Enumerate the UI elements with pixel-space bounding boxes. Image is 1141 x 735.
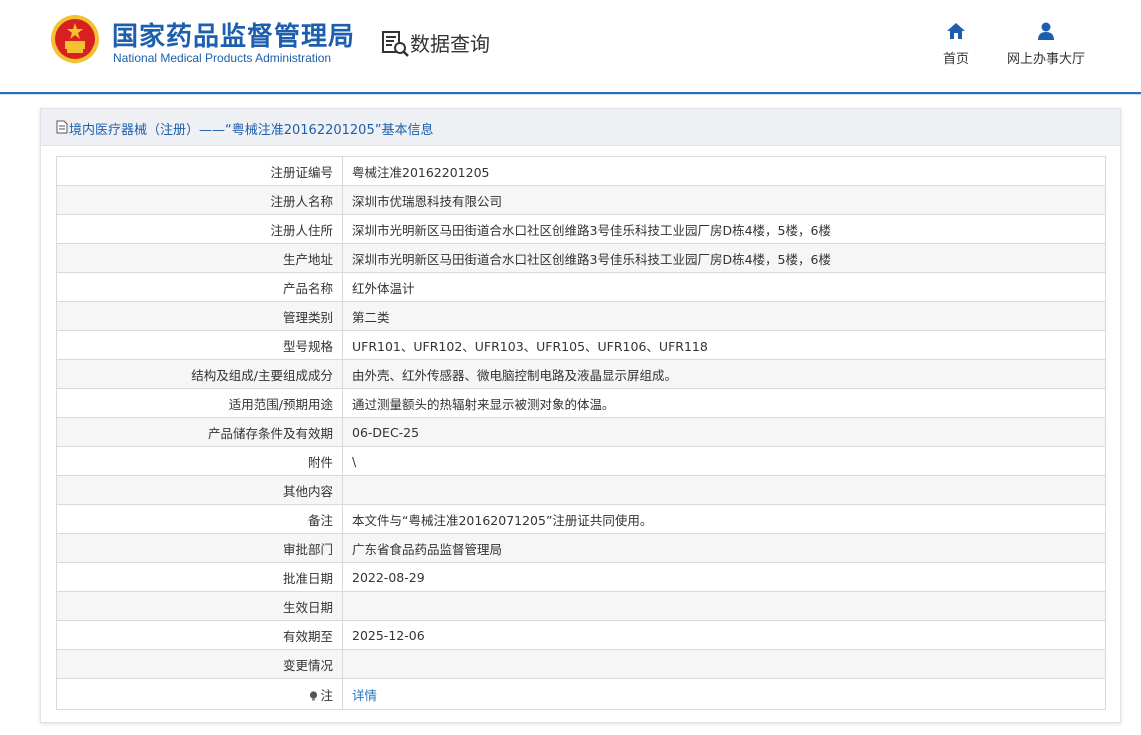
field-label: 其他内容 bbox=[56, 475, 343, 505]
field-value: 广东省食品药品监督管理局 bbox=[342, 533, 1106, 563]
national-emblem-icon bbox=[51, 15, 99, 64]
field-value: 第二类 bbox=[342, 301, 1106, 331]
field-label: 产品名称 bbox=[56, 272, 343, 302]
table-row: 生产地址 深圳市光明新区马田街道合水口社区创维路3号佳乐科技工业园厂房D栋4楼，5… bbox=[56, 243, 1106, 273]
note-label-cell: 注 bbox=[56, 678, 343, 710]
data-query-icon bbox=[382, 31, 409, 57]
field-value bbox=[342, 591, 1106, 621]
table-row: 管理类别 第二类 bbox=[56, 301, 1106, 331]
field-label: 注册证编号 bbox=[56, 156, 343, 186]
field-label: 批准日期 bbox=[56, 562, 343, 592]
field-value: 深圳市光明新区马田街道合水口社区创维路3号佳乐科技工业园厂房D栋4楼，5楼，6楼 bbox=[342, 243, 1106, 273]
table-row: 注册人名称 深圳市优瑞恩科技有限公司 bbox=[56, 185, 1106, 215]
header-divider-light bbox=[0, 94, 1141, 95]
nav-home-label: 首页 bbox=[942, 52, 969, 67]
site-title-en: National Medical Products Administration bbox=[113, 51, 332, 65]
device-info-table: 注册证编号 粤械注准20162201205 注册人名称 深圳市优瑞恩科技有限公司 注册人… bbox=[56, 156, 1106, 710]
field-value: 06-DEC-25 bbox=[342, 417, 1106, 447]
field-value bbox=[342, 475, 1106, 505]
field-value: 本文件与“粤械注准20162071205”注册证共同使用。 bbox=[342, 504, 1106, 534]
table-row: 审批部门 广东省食品药品监督管理局 bbox=[56, 533, 1106, 563]
field-label: 管理类别 bbox=[56, 301, 343, 331]
field-label: 生产地址 bbox=[56, 243, 343, 273]
field-label: 审批部门 bbox=[56, 533, 343, 563]
field-label: 变更情况 bbox=[56, 649, 343, 679]
table-row: 备注 本文件与“粤械注准20162071205”注册证共同使用。 bbox=[56, 504, 1106, 534]
document-icon bbox=[56, 120, 68, 134]
home-icon bbox=[947, 23, 965, 39]
field-label: 备注 bbox=[56, 504, 343, 534]
field-value: 深圳市光明新区马田街道合水口社区创维路3号佳乐科技工业园厂房D栋4楼，5楼，6楼 bbox=[342, 214, 1106, 244]
field-label: 生效日期 bbox=[56, 591, 343, 621]
table-row: 附件 \ bbox=[56, 446, 1106, 476]
data-query-title: 数据查询 bbox=[410, 32, 490, 56]
field-label: 注册人名称 bbox=[56, 185, 343, 215]
field-value: 由外壳、红外传感器、微电脑控制电路及液晶显示屏组成。 bbox=[342, 359, 1106, 389]
field-label: 产品储存条件及有效期 bbox=[56, 417, 343, 447]
table-row: 变更情况 bbox=[56, 649, 1106, 679]
table-row: 注册人住所 深圳市光明新区马田街道合水口社区创维路3号佳乐科技工业园厂房D栋4楼，… bbox=[56, 214, 1106, 244]
nav-online-office-label: 网上办事大厅 bbox=[1006, 52, 1085, 67]
table-row: 产品储存条件及有效期 06-DEC-25 bbox=[56, 417, 1106, 447]
site-title-cn: 国家药品监督管理局 bbox=[112, 22, 356, 52]
nav-home[interactable]: 首页 bbox=[938, 20, 974, 67]
details-link[interactable]: 详情 bbox=[352, 688, 377, 703]
field-label: 注册人住所 bbox=[56, 214, 343, 244]
field-label: 结构及组成/主要组成成分 bbox=[56, 359, 343, 389]
table-row: 型号规格 UFR101、UFR102、UFR103、UFR105、UFR106、U… bbox=[56, 330, 1106, 360]
panel-header: 境内医疗器械（注册）——“粤械注准20162201205”基本信息 bbox=[41, 109, 1120, 146]
table-row: 其他内容 bbox=[56, 475, 1106, 505]
table-row: 结构及组成/主要组成成分 由外壳、红外传感器、微电脑控制电路及液晶显示屏组成。 bbox=[56, 359, 1106, 389]
table-row: 生效日期 bbox=[56, 591, 1106, 621]
field-value: 深圳市优瑞恩科技有限公司 bbox=[342, 185, 1106, 215]
field-value: 粤械注准20162201205 bbox=[342, 156, 1106, 186]
lightbulb-icon bbox=[310, 690, 318, 701]
site-header: 国家药品监督管理局 National Medical Products Admi… bbox=[0, 0, 1141, 92]
table-row-note: 注 详情 bbox=[56, 678, 1106, 710]
table-row: 批准日期 2022-08-29 bbox=[56, 562, 1106, 592]
field-value: 2022-08-29 bbox=[342, 562, 1106, 592]
note-label: 注 bbox=[320, 687, 333, 703]
field-value: UFR101、UFR102、UFR103、UFR105、UFR106、UFR11… bbox=[342, 330, 1106, 360]
field-value: 红外体温计 bbox=[342, 272, 1106, 302]
table-row: 注册证编号 粤械注准20162201205 bbox=[56, 156, 1106, 186]
field-value bbox=[342, 649, 1106, 679]
field-label: 型号规格 bbox=[56, 330, 343, 360]
user-icon bbox=[1038, 22, 1054, 40]
table-row: 有效期至 2025-12-06 bbox=[56, 620, 1106, 650]
field-value: 2025-12-06 bbox=[342, 620, 1106, 650]
note-value-cell: 详情 bbox=[342, 678, 1106, 710]
table-row: 产品名称 红外体温计 bbox=[56, 272, 1106, 302]
table-row: 适用范围/预期用途 通过测量额头的热辐射来显示被测对象的体温。 bbox=[56, 388, 1106, 418]
field-label: 有效期至 bbox=[56, 620, 343, 650]
field-label: 附件 bbox=[56, 446, 343, 476]
nav-online-office[interactable]: 网上办事大厅 bbox=[1004, 20, 1088, 67]
field-value: \ bbox=[342, 446, 1106, 476]
field-value: 通过测量额头的热辐射来显示被测对象的体温。 bbox=[342, 388, 1106, 418]
field-label: 适用范围/预期用途 bbox=[56, 388, 343, 418]
detail-panel: 境内医疗器械（注册）——“粤械注准20162201205”基本信息 注册证编号粤… bbox=[40, 108, 1121, 723]
panel-title: 境内医疗器械（注册）——“粤械注准20162201205”基本信息 bbox=[69, 123, 434, 138]
